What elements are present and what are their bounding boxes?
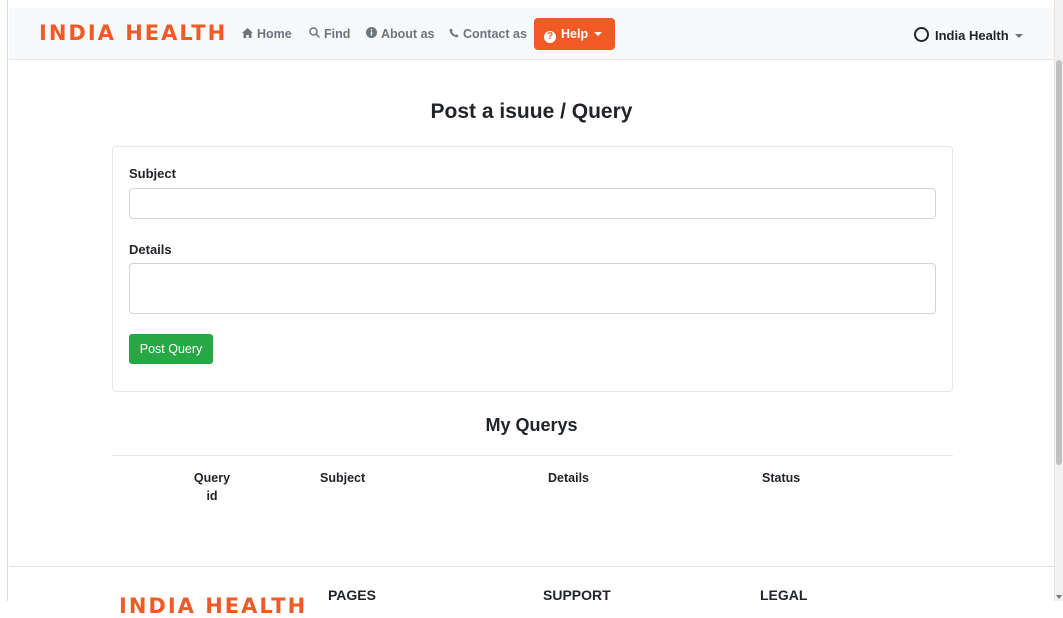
- scrollbar-thumb[interactable]: [1056, 60, 1062, 465]
- page: INDIA HEALTH Home Find About as Contact …: [9, 0, 1054, 618]
- nav-about-label: About as: [381, 27, 435, 41]
- subject-label: Subject: [129, 166, 176, 181]
- footer-divider: [9, 566, 1054, 567]
- column-header-query-id: Query id: [193, 471, 231, 503]
- nav-contact[interactable]: Contact as: [449, 27, 527, 41]
- nav-contact-label: Contact as: [463, 27, 527, 41]
- chevron-down-icon: [594, 32, 603, 36]
- post-query-button[interactable]: Post Query: [129, 334, 213, 364]
- nav-find-label: Find: [324, 27, 351, 41]
- brand-logo[interactable]: INDIA HEALTH: [39, 21, 227, 45]
- info-icon: [366, 27, 377, 41]
- details-label: Details: [129, 242, 172, 257]
- my-queries-heading: My Querys: [485, 415, 578, 435]
- nav-about[interactable]: About as: [366, 27, 434, 41]
- user-menu-dropdown[interactable]: India Health: [914, 27, 1023, 43]
- help-label: Help: [561, 27, 589, 41]
- column-header-subject: Subject: [320, 471, 366, 485]
- nav-find[interactable]: Find: [309, 27, 350, 41]
- details-textarea[interactable]: [129, 263, 936, 314]
- column-header-details: Details: [548, 471, 589, 485]
- scroll-down-arrow-icon[interactable]: [1056, 595, 1062, 599]
- user-menu-label: India Health: [935, 28, 1009, 43]
- phone-icon: [449, 27, 459, 41]
- subject-input[interactable]: [129, 188, 936, 219]
- window-left-edge: [0, 0, 8, 601]
- divider: [112, 455, 953, 456]
- chevron-down-icon: [1014, 34, 1023, 38]
- home-icon: [242, 27, 253, 41]
- vertical-scrollbar[interactable]: [1054, 0, 1063, 601]
- query-form-card: Subject Details Post Query: [112, 146, 953, 392]
- column-header-status: Status: [762, 471, 801, 485]
- navbar: INDIA HEALTH Home Find About as Contact …: [9, 8, 1054, 60]
- search-icon: [309, 27, 321, 41]
- page-title: Post a isuue / Query: [430, 100, 633, 123]
- help-dropdown-button[interactable]: ? Help: [534, 18, 615, 50]
- nav-home-label: Home: [257, 27, 292, 41]
- footer-brand-logo: INDIA HEALTH: [119, 594, 308, 618]
- nav-home[interactable]: Home: [242, 27, 292, 41]
- user-circle-icon: [914, 27, 929, 42]
- question-circle-icon: ?: [544, 31, 556, 43]
